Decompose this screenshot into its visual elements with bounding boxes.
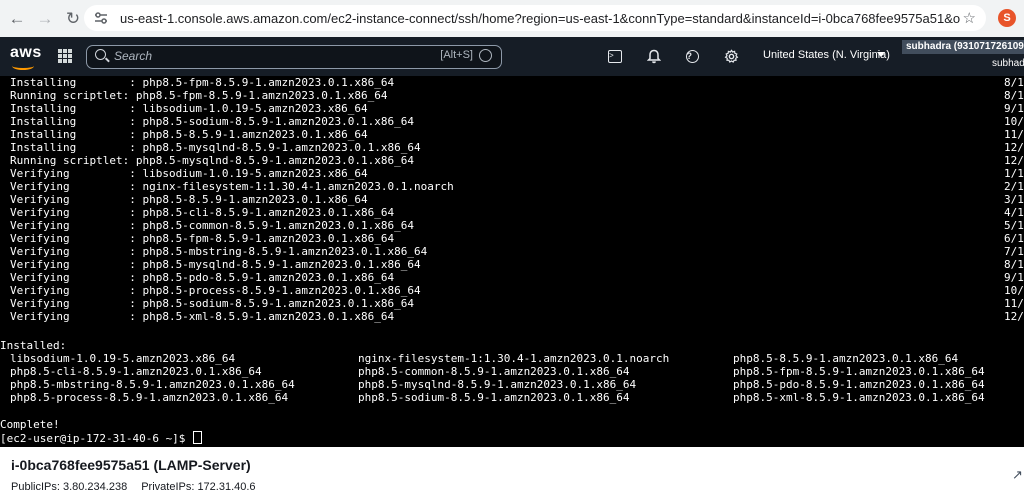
forward-arrow-icon[interactable]: → bbox=[34, 8, 56, 30]
progress-counter: 5/1 bbox=[1004, 219, 1024, 232]
reload-icon[interactable]: ↻ bbox=[62, 8, 84, 30]
installed-package: php8.5-sodium-8.5.9-1.amzn2023.0.1.x86_6… bbox=[358, 391, 630, 404]
progress-counter: 10/1 bbox=[1004, 115, 1024, 128]
aws-console-header: aws Search [Alt+S] > ? United States (N.… bbox=[0, 37, 1024, 76]
shell-prompt[interactable]: [ec2-user@ip-172-31-40-6 ~]$ bbox=[0, 431, 203, 445]
terminal-line: Verifying : php8.5-sodium-8.5.9-1.amzn20… bbox=[10, 297, 414, 310]
terminal-line: Verifying : libsodium-1.0.19-5.amzn2023.… bbox=[10, 167, 368, 180]
progress-counter: 7/1 bbox=[1004, 245, 1024, 258]
terminal-line: Verifying : php8.5-process-8.5.9-1.amzn2… bbox=[10, 284, 421, 297]
cloudshell-icon: > bbox=[608, 49, 622, 63]
region-selector[interactable]: United States (N. Virginia) bbox=[763, 49, 890, 61]
terminal-cursor bbox=[193, 431, 203, 444]
search-icon bbox=[95, 49, 106, 60]
progress-counter: 9/1 bbox=[1004, 271, 1024, 284]
account-user-label[interactable]: subhad bbox=[992, 58, 1024, 69]
progress-counter: 12/1 bbox=[1004, 141, 1024, 154]
notifications-button[interactable] bbox=[646, 48, 662, 64]
back-arrow-icon[interactable]: ← bbox=[6, 8, 28, 30]
services-grid-icon[interactable] bbox=[58, 49, 72, 63]
installed-package: php8.5-8.5.9-1.amzn2023.0.1.x86_64 bbox=[733, 352, 959, 365]
progress-counter: 1/1 bbox=[1004, 167, 1024, 180]
progress-counter: 11/1 bbox=[1004, 297, 1024, 310]
terminal-line: Installing : php8.5-8.5.9-1.amzn2023.0.1… bbox=[10, 128, 368, 141]
progress-counter: 12/1 bbox=[1004, 310, 1024, 323]
search-submit-icon[interactable] bbox=[479, 49, 492, 62]
terminal-line: Verifying : php8.5-8.5.9-1.amzn2023.0.1.… bbox=[10, 193, 368, 206]
terminal-line: Installing : php8.5-fpm-8.5.9-1.amzn2023… bbox=[10, 76, 395, 89]
terminal-line: Verifying : php8.5-cli-8.5.9-1.amzn2023.… bbox=[10, 206, 395, 219]
search-shortcut-hint: [Alt+S] bbox=[440, 49, 473, 61]
prompt-text: [ec2-user@ip-172-31-40-6 ~]$ bbox=[0, 432, 193, 445]
profile-avatar[interactable]: S bbox=[998, 9, 1016, 27]
search-input[interactable]: Search [Alt+S] bbox=[86, 45, 502, 69]
progress-counter: 8/1 bbox=[1004, 258, 1024, 271]
gear-icon bbox=[724, 48, 738, 63]
account-badge[interactable]: subhadra (931071726109) bbox=[902, 40, 1024, 54]
installed-package: php8.5-pdo-8.5.9-1.amzn2023.0.1.x86_64 bbox=[733, 378, 985, 391]
installed-package: php8.5-process-8.5.9-1.amzn2023.0.1.x86_… bbox=[10, 391, 289, 404]
browser-toolbar: ← → ↻ us-east-1.console.aws.amazon.com/e… bbox=[0, 0, 1024, 37]
installed-package: php8.5-fpm-8.5.9-1.amzn2023.0.1.x86_64 bbox=[733, 365, 985, 378]
chevron-down-icon[interactable] bbox=[877, 52, 885, 57]
help-button[interactable]: ? bbox=[684, 48, 700, 64]
settings-button[interactable] bbox=[723, 48, 739, 64]
bell-icon bbox=[647, 49, 661, 63]
installed-package: php8.5-mysqlnd-8.5.9-1.amzn2023.0.1.x86_… bbox=[358, 378, 637, 391]
progress-counter: 3/1 bbox=[1004, 193, 1024, 206]
complete-message: Complete! bbox=[0, 418, 60, 431]
installed-package: php8.5-common-8.5.9-1.amzn2023.0.1.x86_6… bbox=[358, 365, 630, 378]
terminal-line: Running scriptlet: php8.5-fpm-8.5.9-1.am… bbox=[10, 89, 388, 102]
installed-package: libsodium-1.0.19-5.amzn2023.x86_64 bbox=[10, 352, 236, 365]
terminal-line: Running scriptlet: php8.5-mysqlnd-8.5.9-… bbox=[10, 154, 414, 167]
terminal-line: Verifying : php8.5-fpm-8.5.9-1.amzn2023.… bbox=[10, 232, 395, 245]
instance-ips: PublicIPs: 3.80.234.238 PrivateIPs: 172.3… bbox=[11, 481, 256, 493]
installed-header: Installed: bbox=[0, 339, 67, 352]
address-bar[interactable]: us-east-1.console.aws.amazon.com/ec2-ins… bbox=[84, 5, 986, 31]
terminal-line: Installing : php8.5-sodium-8.5.9-1.amzn2… bbox=[10, 115, 414, 128]
expand-icon[interactable]: ↗ bbox=[1012, 467, 1023, 483]
aws-logo[interactable]: aws bbox=[10, 44, 42, 70]
terminal-line: Verifying : php8.5-mbstring-8.5.9-1.amzn… bbox=[10, 245, 428, 258]
progress-counter: 6/1 bbox=[1004, 232, 1024, 245]
cloudshell-button[interactable]: > bbox=[607, 48, 623, 64]
search-placeholder: Search bbox=[114, 49, 153, 63]
installed-package: php8.5-xml-8.5.9-1.amzn2023.0.1.x86_64 bbox=[733, 391, 985, 404]
url-text[interactable]: us-east-1.console.aws.amazon.com/ec2-ins… bbox=[120, 11, 960, 26]
terminal-line: Verifying : php8.5-pdo-8.5.9-1.amzn2023.… bbox=[10, 271, 395, 284]
terminal-line: Verifying : nginx-filesystem-1:1.30.4-1.… bbox=[10, 180, 454, 193]
aws-logo-text: aws bbox=[10, 44, 42, 61]
instance-info-panel: i-0bca768fee9575a51 (LAMP-Server) Public… bbox=[0, 447, 1024, 499]
terminal-line: Verifying : php8.5-common-8.5.9-1.amzn20… bbox=[10, 219, 414, 232]
ssh-terminal[interactable]: Installing : php8.5-fpm-8.5.9-1.amzn2023… bbox=[0, 76, 1024, 447]
terminal-line: Verifying : php8.5-mysqlnd-8.5.9-1.amzn2… bbox=[10, 258, 421, 271]
terminal-line: Installing : php8.5-mysqlnd-8.5.9-1.amzn… bbox=[10, 141, 421, 154]
installed-package: php8.5-cli-8.5.9-1.amzn2023.0.1.x86_64 bbox=[10, 365, 262, 378]
installed-package: nginx-filesystem-1:1.30.4-1.amzn2023.0.1… bbox=[358, 352, 670, 365]
private-ip: PrivateIPs: 172.31.40.6 bbox=[141, 481, 256, 493]
instance-title: i-0bca768fee9575a51 (LAMP-Server) bbox=[11, 457, 251, 473]
progress-counter: 4/1 bbox=[1004, 206, 1024, 219]
progress-counter: 10/1 bbox=[1004, 284, 1024, 297]
bookmark-star-icon[interactable]: ☆ bbox=[963, 9, 976, 27]
progress-counter: 9/1 bbox=[1004, 102, 1024, 115]
aws-smile-icon bbox=[12, 62, 34, 70]
terminal-line: Installing : libsodium-1.0.19-5.amzn2023… bbox=[10, 102, 368, 115]
progress-counter: 8/1 bbox=[1004, 89, 1024, 102]
progress-counter: 8/1 bbox=[1004, 76, 1024, 89]
installed-package: php8.5-mbstring-8.5.9-1.amzn2023.0.1.x86… bbox=[10, 378, 295, 391]
terminal-line: Verifying : php8.5-xml-8.5.9-1.amzn2023.… bbox=[10, 310, 395, 323]
public-ip: PublicIPs: 3.80.234.238 bbox=[11, 481, 128, 493]
help-icon: ? bbox=[685, 49, 699, 63]
site-settings-icon[interactable] bbox=[92, 9, 110, 27]
progress-counter: 12/1 bbox=[1004, 154, 1024, 167]
progress-counter: 11/1 bbox=[1004, 128, 1024, 141]
progress-counter: 2/1 bbox=[1004, 180, 1024, 193]
